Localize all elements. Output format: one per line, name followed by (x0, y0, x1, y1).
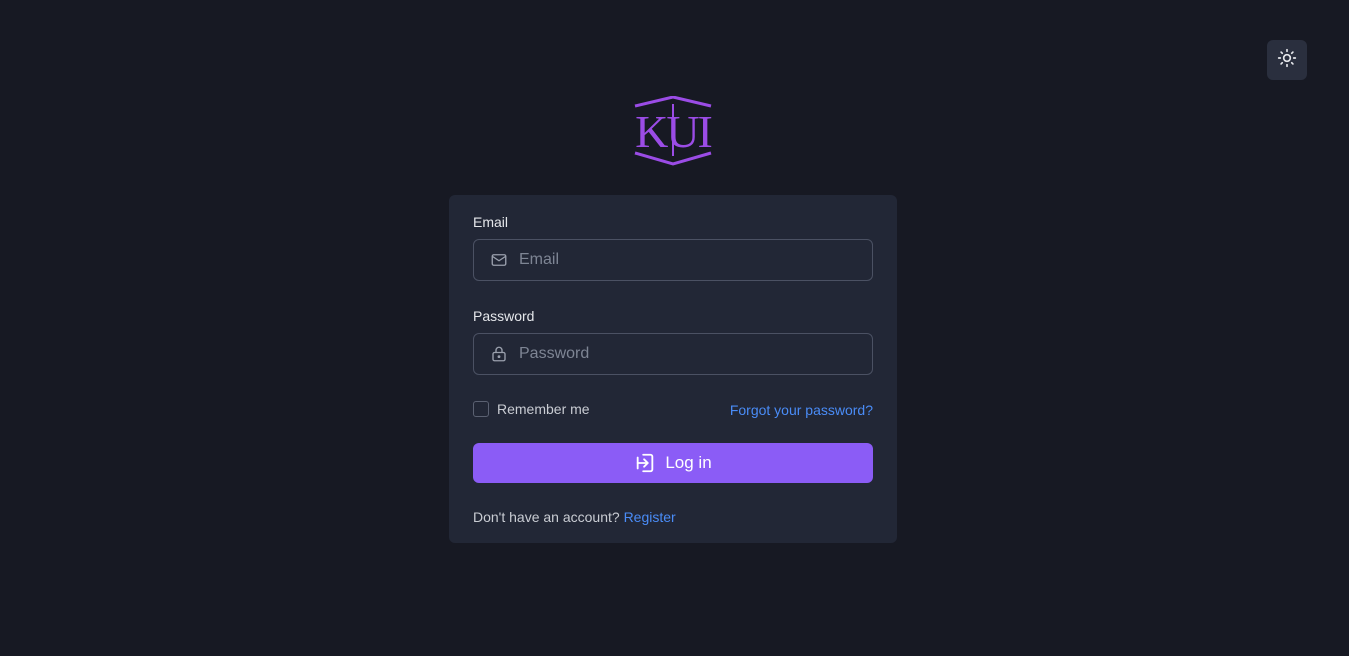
svg-text:KUI: KUI (635, 106, 711, 157)
kui-logo: KUI (632, 95, 714, 166)
remember-me-checkbox[interactable] (473, 401, 489, 417)
email-label: Email (473, 214, 509, 230)
email-input[interactable] (519, 240, 872, 280)
password-input[interactable] (519, 334, 872, 374)
forgot-password-link[interactable]: Forgot your password? (730, 402, 873, 418)
mail-icon (489, 250, 509, 270)
email-field-wrapper[interactable] (473, 239, 873, 281)
no-account-text: Don't have an account? (473, 509, 620, 525)
remember-me-toggle[interactable]: Remember me (473, 401, 590, 417)
password-label: Password (473, 308, 535, 324)
sun-icon (1277, 48, 1297, 73)
remember-me-label: Remember me (497, 401, 590, 417)
login-card: Email Password Remember me Forgot your p… (449, 195, 897, 543)
register-prompt: Don't have an account? Register (473, 509, 676, 525)
login-button[interactable]: Log in (473, 443, 873, 483)
lock-icon (489, 344, 509, 364)
password-field-wrapper[interactable] (473, 333, 873, 375)
login-button-label: Log in (665, 453, 712, 472)
theme-toggle-button[interactable] (1267, 40, 1307, 80)
login-icon (634, 452, 656, 474)
register-link[interactable]: Register (624, 509, 676, 525)
